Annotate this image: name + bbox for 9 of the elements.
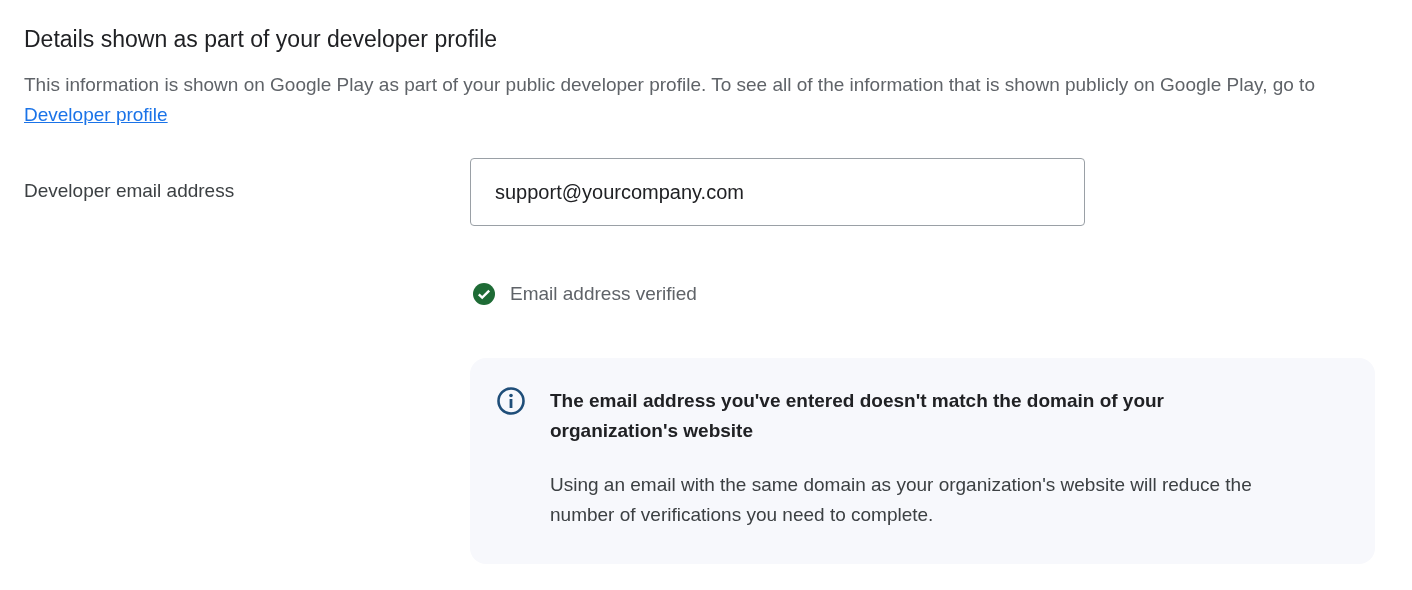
verification-status: Email address verified bbox=[510, 283, 697, 305]
description: This information is shown on Google Play as part of your public developer profile. To see all of the information that is shown publicly on Google Play, go to Developer profile bbox=[24, 73, 1316, 127]
notice-title: The email address you've entered doesn't match the domain of your organization's website bbox=[550, 389, 1165, 443]
field-label: Developer email address bbox=[24, 179, 236, 203]
notice-text: Using an email with the same domain as your organization's website will reduce the number of verifications you need to complete. bbox=[550, 473, 1253, 527]
info-icon bbox=[496, 386, 526, 416]
developer-profile-link[interactable]: Developer profile bbox=[24, 104, 168, 125]
email-input-field[interactable]: support@yourcompany.com bbox=[470, 158, 1085, 226]
section-title: Details shown as part of your developer profile bbox=[24, 25, 499, 54]
